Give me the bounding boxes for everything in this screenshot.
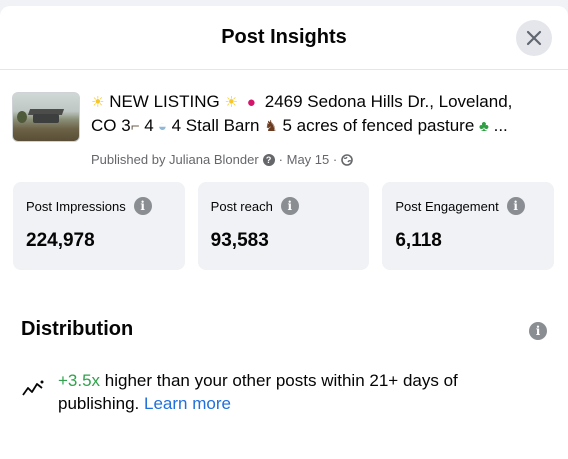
- distribution-text: higher than your other posts within 21+ …: [58, 371, 458, 413]
- horse-emoji: ♞: [264, 118, 278, 135]
- info-icon[interactable]: i: [506, 197, 525, 215]
- post-text-part: 4 Stall Barn: [171, 116, 260, 135]
- published-by: Published by Juliana Blonder: [91, 152, 259, 167]
- pin-emoji: ●: [242, 94, 261, 111]
- dialog-header: Post Insights: [0, 6, 568, 70]
- metric-label: Post Engagement: [395, 198, 499, 214]
- metric-card-engagement: Post Engagement i 6,118: [382, 182, 555, 270]
- post-text-part: 5 acres of fenced pasture: [282, 116, 475, 135]
- metric-value: 224,978: [26, 230, 95, 251]
- metric-label: Post reach: [210, 198, 273, 214]
- post-text-part: CO 3: [91, 116, 131, 135]
- post-text-part: NEW LISTING: [109, 92, 220, 111]
- post-text-ellipsis: ...: [493, 116, 508, 135]
- metric-card-reach: Post reach i 93,583: [197, 182, 370, 270]
- bed-emoji: ⌐: [130, 118, 140, 135]
- distribution-highlight: +3.5x: [58, 371, 101, 390]
- sun-emoji: ☀: [91, 94, 105, 111]
- sun-emoji: ☀: [224, 94, 238, 111]
- dialog-title: Post Insights: [221, 26, 347, 48]
- clover-emoji: ♣: [479, 118, 489, 135]
- info-icon[interactable]: i: [280, 197, 299, 215]
- metric-label: Post Impressions: [26, 198, 126, 214]
- post-text: ☀ NEW LISTING ☀ ● 2469 Sedona Hills Dr.,…: [91, 90, 561, 138]
- close-icon: [526, 30, 542, 46]
- distribution-title: Distribution: [21, 318, 134, 340]
- question-icon[interactable]: ?: [262, 153, 275, 166]
- globe-icon: [341, 153, 353, 166]
- metrics-cards: Post Impressions i 224,978 Post reach i …: [13, 182, 555, 270]
- post-text-part: 2469 Sedona Hills Dr., Loveland,: [264, 92, 513, 111]
- bath-emoji: ◒: [153, 118, 167, 135]
- post-summary[interactable]: ☀ NEW LISTING ☀ ● 2469 Sedona Hills Dr.,…: [12, 90, 556, 170]
- close-button[interactable]: [516, 20, 552, 56]
- trend-icon: [22, 380, 44, 396]
- post-meta: Published by Juliana Blonder ? · May 15 …: [91, 152, 353, 167]
- post-text-part: 4: [144, 116, 154, 135]
- post-thumbnail[interactable]: [12, 92, 80, 142]
- learn-more-link[interactable]: Learn more: [144, 394, 231, 413]
- info-icon[interactable]: i: [529, 322, 547, 340]
- post-date[interactable]: · May 15 ·: [279, 152, 338, 167]
- metric-value: 6,118: [395, 230, 442, 251]
- metric-card-impressions: Post Impressions i 224,978: [13, 182, 185, 270]
- info-icon[interactable]: i: [133, 197, 152, 215]
- metric-value: 93,583: [210, 230, 269, 251]
